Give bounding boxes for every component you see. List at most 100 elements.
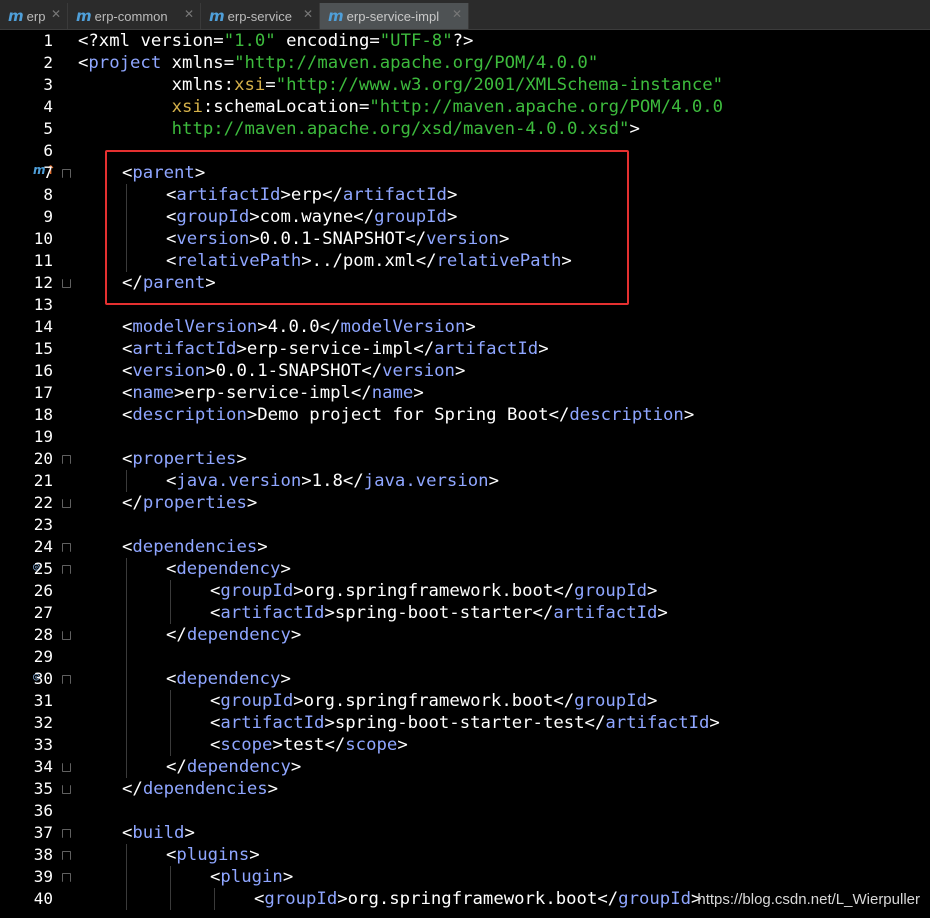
maven-module-icon: m: [328, 7, 344, 25]
code-line[interactable]: <name>erp-service-impl</name>: [78, 382, 424, 404]
code-token: >: [397, 735, 408, 755]
line-number: 3: [43, 75, 53, 94]
code-token: =: [265, 75, 276, 95]
fold-expanded-icon[interactable]: [62, 675, 71, 684]
tab-erp-service-impl[interactable]: m erp-service-impl ✕: [320, 3, 469, 29]
code-token: <: [78, 53, 89, 73]
code-token: modelVersion: [340, 317, 466, 337]
code-line[interactable]: <dependencies>: [78, 536, 268, 558]
fold-expanded-icon[interactable]: [62, 873, 71, 882]
fold-end-icon[interactable]: [62, 631, 71, 640]
fold-expanded-icon[interactable]: [62, 455, 71, 464]
code-line[interactable]: <build>: [78, 822, 195, 844]
fold-end-icon[interactable]: [62, 499, 71, 508]
code-token: >: [413, 383, 424, 403]
code-token: project: [88, 53, 162, 73]
fold-expanded-icon[interactable]: [62, 543, 71, 552]
code-line[interactable]: <project xmlns="http://maven.apache.org/…: [78, 52, 598, 74]
code-line[interactable]: <groupId>org.springframework.boot</group…: [78, 580, 657, 602]
tab-erp-service[interactable]: m erp-service ✕: [201, 3, 320, 29]
code-token: <: [210, 603, 221, 623]
fold-end-icon[interactable]: [62, 279, 71, 288]
code-token: xmlns: [171, 75, 224, 95]
code-line[interactable]: <artifactId>spring-boot-starter</artifac…: [78, 602, 668, 624]
line-number: 4: [43, 97, 53, 116]
code-line[interactable]: xsi:schemaLocation="http://maven.apache.…: [78, 96, 723, 118]
code-line[interactable]: </dependencies>: [78, 778, 278, 800]
code-line[interactable]: <groupId>org.springframework.boot</group…: [78, 888, 701, 910]
line-number: 26: [33, 581, 53, 600]
code-line[interactable]: <?xml version="1.0" encoding="UTF-8"?>: [78, 30, 473, 52]
fold-expanded-icon[interactable]: [62, 829, 71, 838]
code-token: artifactId: [605, 713, 710, 733]
tab-erp[interactable]: m erp ✕: [0, 3, 68, 29]
editor-tab-bar: m erp ✕ m erp-common ✕ m erp-service ✕ m…: [0, 0, 930, 30]
close-icon[interactable]: ✕: [452, 7, 462, 21]
tab-label: erp-common: [94, 8, 168, 24]
line-number: 25: [33, 559, 53, 578]
code-token: <: [210, 713, 221, 733]
code-token: <: [122, 383, 133, 403]
code-line[interactable]: </dependency>: [78, 624, 301, 646]
code-token: scope: [220, 735, 273, 755]
code-line[interactable]: <dependency>: [78, 668, 291, 690]
code-token: groupId: [618, 889, 692, 909]
code-line[interactable]: <artifactId>erp-service-impl</artifactId…: [78, 338, 549, 360]
line-number: 30: [33, 669, 53, 688]
code-line[interactable]: <modelVersion>4.0.0</modelVersion>: [78, 316, 476, 338]
code-line[interactable]: <scope>test</scope>: [78, 734, 408, 756]
code-token: >: [454, 361, 466, 381]
tab-label: erp-service-impl: [346, 8, 440, 24]
code-token: artifactId: [132, 339, 237, 359]
code-token: >: [280, 559, 291, 579]
close-icon[interactable]: ✕: [184, 7, 194, 21]
code-token: ?>: [452, 31, 474, 51]
code-token: </: [122, 493, 143, 513]
code-token: <: [122, 823, 133, 843]
close-icon[interactable]: ✕: [303, 7, 313, 21]
line-number: 2: [43, 53, 53, 72]
close-icon[interactable]: ✕: [51, 7, 61, 21]
tab-label: erp-service: [227, 8, 292, 24]
fold-end-icon[interactable]: [62, 785, 71, 794]
code-line[interactable]: <plugins>: [78, 844, 260, 866]
line-number: 14: [33, 317, 53, 336]
code-line[interactable]: <dependency>: [78, 558, 291, 580]
code-line[interactable]: <description>Demo project for Spring Boo…: [78, 404, 694, 426]
fold-expanded-icon[interactable]: [62, 169, 71, 178]
code-token: plugins: [176, 845, 250, 865]
fold-expanded-icon[interactable]: [62, 565, 71, 574]
code-line[interactable]: <artifactId>spring-boot-starter-test</ar…: [78, 712, 720, 734]
code-line[interactable]: </properties>: [78, 492, 257, 514]
code-token: <: [166, 559, 177, 579]
code-token: >: [465, 317, 476, 337]
code-line[interactable]: <properties>: [78, 448, 247, 470]
code-line[interactable]: <java.version>1.8</java.version>: [78, 470, 499, 492]
code-token: artifactId: [220, 713, 325, 733]
code-token: :: [202, 97, 214, 117]
line-number: 38: [33, 845, 53, 864]
code-token: version: [132, 361, 206, 381]
code-line[interactable]: xmlns:xsi="http://www.w3.org/2001/XMLSch…: [78, 74, 723, 96]
code-token: description: [569, 405, 684, 425]
code-line[interactable]: <groupId>org.springframework.boot</group…: [78, 690, 657, 712]
code-token: groupId: [574, 581, 648, 601]
maven-module-icon: m: [8, 7, 24, 25]
code-line[interactable]: http://maven.apache.org/xsd/maven-4.0.0.…: [78, 118, 640, 140]
fold-end-icon[interactable]: [62, 763, 71, 772]
code-editor[interactable]: <?xml version="1.0" encoding="UTF-8"?> <p…: [0, 30, 930, 918]
code-line[interactable]: <plugin>: [78, 866, 293, 888]
tab-erp-common[interactable]: m erp-common ✕: [68, 3, 201, 29]
line-number: 10: [33, 229, 53, 248]
code-line[interactable]: <version>0.0.1-SNAPSHOT</version>: [78, 360, 465, 382]
code-token: >: [657, 603, 668, 623]
code-token: >erp-service-impl</: [174, 383, 372, 403]
code-line[interactable]: </dependency>: [78, 756, 301, 778]
code-token: >: [647, 581, 658, 601]
code-token: version: [382, 361, 455, 381]
line-number: 31: [33, 691, 53, 710]
fold-expanded-icon[interactable]: [62, 851, 71, 860]
